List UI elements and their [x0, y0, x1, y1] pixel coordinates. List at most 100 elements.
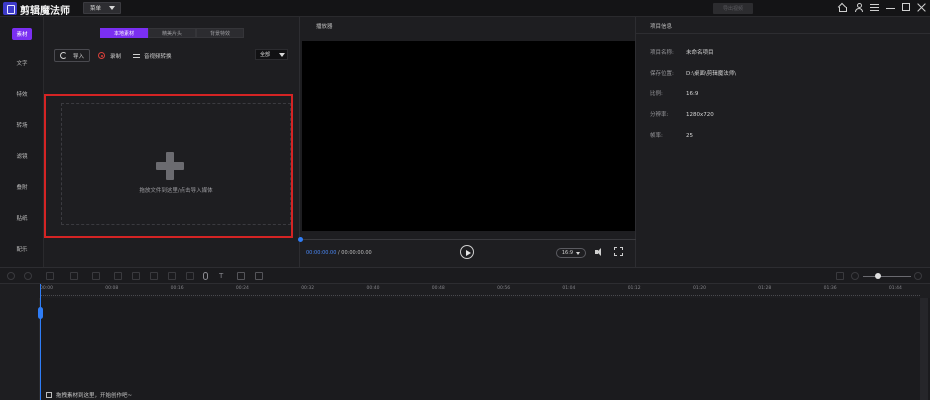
home-icon[interactable] [838, 3, 847, 12]
current-time: 00:00:00.00 [306, 250, 337, 256]
tab-local-material[interactable]: 本地素材 [100, 28, 148, 38]
sidebar-item-stickers[interactable]: 贴纸 [0, 214, 44, 222]
drop-hint: 拖放文件到这里/点击导入媒体 [139, 188, 213, 194]
layer-tool-icon[interactable] [255, 272, 263, 280]
chevron-down-icon [576, 251, 581, 255]
copy-icon[interactable] [92, 272, 100, 280]
drag-hint-text: 拖拽素材到这里，开始创作吧~ [56, 393, 133, 399]
zoom-slider[interactable] [863, 276, 911, 277]
sidebar-item-overlay[interactable]: 叠附 [0, 183, 44, 191]
ruler-tick-label: 00:00 [40, 286, 53, 291]
av-convert-button[interactable]: 音视频转换 [133, 52, 172, 60]
category-sidebar: 素材 文字 特效 转场 滤镜 叠附 贴纸 配乐 [0, 17, 44, 267]
ruler-tick-label: 01:28 [758, 286, 772, 291]
player-panel: 播放器 00:00:00.00 / 00:00:00.00 16:9 [298, 17, 636, 267]
playhead-handle[interactable] [38, 307, 43, 319]
ruler-tick-label: 00:32 [301, 286, 315, 291]
playback-progress-track[interactable] [300, 239, 636, 240]
timeline-scrollbar[interactable] [920, 298, 928, 400]
record-icon [98, 52, 105, 59]
sidebar-item-label: 配乐 [16, 247, 28, 253]
zoom-slider-handle[interactable] [875, 273, 881, 279]
media-tabs: 本地素材 精美片头 背景特效 [100, 28, 244, 38]
app-logo-icon [3, 2, 17, 15]
user-icon[interactable] [854, 3, 863, 12]
freeze-frame-icon[interactable] [168, 272, 176, 280]
ruler-tick-label: 01:44 [888, 286, 902, 291]
split-icon[interactable] [70, 272, 78, 280]
sidebar-item-music[interactable]: 配乐 [0, 245, 44, 253]
sidebar-item-effects[interactable]: 特效 [0, 90, 44, 98]
fullscreen-icon[interactable] [614, 247, 623, 256]
media-panel: 本地素材 精美片头 背景特效 导入 录制 音视频转换 全部 拖放文件到这里/点击… [44, 17, 299, 267]
sidebar-item-text[interactable]: 文字 [0, 59, 44, 67]
app-title: 剪辑魔法师 [20, 6, 70, 17]
total-time: 00:00:00.00 [341, 250, 372, 256]
fit-timeline-icon[interactable] [836, 272, 844, 280]
close-icon[interactable] [917, 3, 926, 12]
media-filter-select[interactable]: 全部 [255, 49, 288, 60]
zoom-out-icon[interactable] [851, 272, 859, 280]
play-button[interactable] [460, 245, 474, 259]
hamburger-menu-icon[interactable] [870, 4, 879, 11]
minimize-icon[interactable] [886, 3, 895, 12]
microphone-icon[interactable] [203, 272, 208, 280]
import-label: 导入 [73, 53, 85, 60]
music-tool-icon[interactable] [237, 272, 245, 280]
sidebar-item-filters[interactable]: 滤镜 [0, 152, 44, 160]
timeline-ruler[interactable]: 00:00 00:08 00:16 00:24 00:32 00:40 00:48 00:56… [0, 284, 930, 298]
menu-button[interactable]: 菜单 [83, 2, 121, 14]
tab-background-effects[interactable]: 背景特效 [196, 28, 244, 38]
rotate-icon[interactable] [132, 272, 140, 280]
ruler-tick-label: 01:12 [627, 286, 641, 291]
menu-button-label: 菜单 [90, 6, 102, 12]
sidebar-item-label: 素材 [12, 28, 32, 40]
crop-icon[interactable] [114, 272, 122, 280]
ruler-tick-label: 01:36 [823, 286, 837, 291]
sidebar-item-label: 转场 [16, 123, 28, 129]
mosaic-icon[interactable] [186, 272, 194, 280]
speed-icon[interactable] [150, 272, 158, 280]
timeline-drag-hint: 拖拽素材到这里，开始创作吧~ [46, 391, 132, 399]
delete-icon[interactable] [46, 272, 54, 280]
convert-label: 音视频转换 [144, 53, 172, 60]
sidebar-item-label: 叠附 [16, 185, 28, 191]
maximize-icon[interactable] [902, 3, 910, 11]
undo-icon[interactable] [7, 272, 15, 280]
divider [636, 33, 930, 34]
ruler-tick-label: 00:24 [235, 286, 249, 291]
convert-arrows-icon [133, 53, 141, 59]
volume-icon[interactable] [595, 247, 605, 257]
info-key: 比例: [650, 91, 663, 97]
sidebar-item-transitions[interactable]: 转场 [0, 121, 44, 129]
export-video-button[interactable]: 导出视频 [713, 3, 753, 14]
chevron-down-icon [109, 6, 116, 10]
timeline-tracks[interactable] [0, 298, 930, 400]
ruler-baseline [40, 295, 920, 296]
sidebar-item-material[interactable]: 素材 [0, 28, 44, 40]
aspect-ratio-select[interactable]: 16:9 [556, 248, 586, 258]
ruler-tick-label: 00:40 [366, 286, 380, 291]
ruler-tick-label: 00:48 [431, 286, 445, 291]
media-toolbar: 导入 录制 音视频转换 [54, 49, 172, 62]
timeline-toolbar: T [0, 267, 930, 284]
tab-intro-clips[interactable]: 精美片头 [148, 28, 196, 38]
zoom-in-icon[interactable] [914, 272, 922, 280]
text-to-speech-icon[interactable]: T [219, 272, 227, 280]
redo-icon[interactable] [24, 272, 32, 280]
info-value: 未命名项目 [686, 50, 714, 56]
ruler-tick-label: 00:16 [170, 286, 184, 291]
sidebar-item-label: 贴纸 [16, 216, 28, 222]
sidebar-item-label: 滤镜 [16, 154, 28, 160]
playback-progress-handle[interactable] [298, 237, 303, 242]
plus-icon[interactable] [156, 152, 184, 180]
info-key: 分辨率: [650, 112, 669, 118]
playhead[interactable] [40, 284, 41, 400]
filter-value: 全部 [260, 52, 271, 58]
ruler-tick-label: 00:08 [105, 286, 119, 291]
time-readout: 00:00:00.00 / 00:00:00.00 [306, 250, 372, 256]
import-button[interactable]: 导入 [54, 49, 90, 62]
record-button[interactable]: 录制 [98, 52, 121, 60]
video-preview[interactable] [302, 41, 635, 231]
ruler-tick-label: 01:04 [562, 286, 576, 291]
